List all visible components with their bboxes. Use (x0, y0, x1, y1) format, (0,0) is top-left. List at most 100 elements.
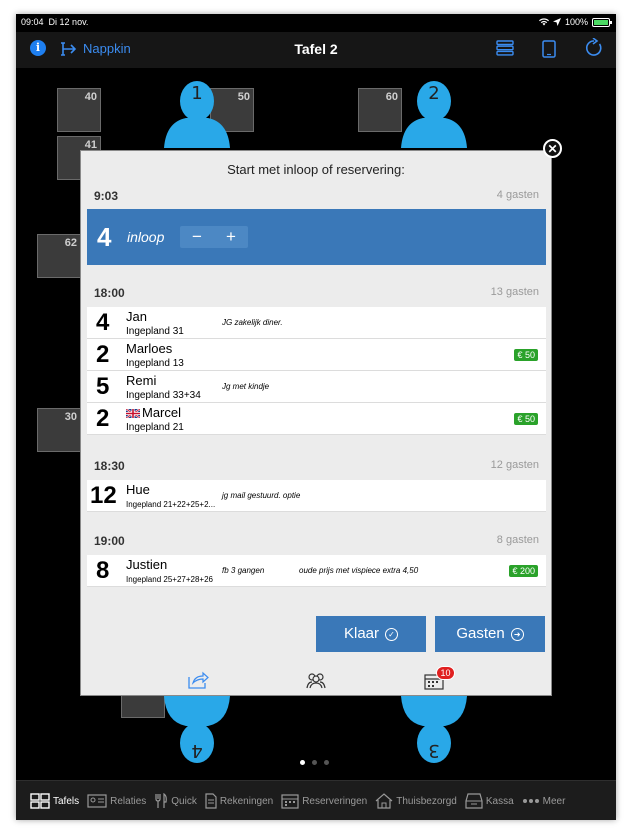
done-button[interactable]: Klaar ✓ (316, 616, 426, 652)
receipt-icon (205, 793, 217, 809)
guest-stepper: − + (180, 226, 248, 248)
section-time: 18:30 (94, 459, 125, 473)
reservation-name: Marloes (126, 341, 173, 356)
reservation-count: 12 (90, 482, 117, 509)
reservation-count: 2 (96, 405, 110, 432)
tablet-icon[interactable] (542, 40, 556, 58)
share-icon[interactable] (187, 671, 209, 689)
reservation-name: Hue (126, 482, 150, 497)
deposit-badge: € 50 (514, 349, 538, 361)
section-header: 18:00 13 gasten (87, 283, 546, 303)
reservation-row[interactable]: 2 Marcel Ingepland 21 € 50 (87, 403, 546, 435)
reservation-tables: Ingepland 31 (126, 326, 184, 337)
deposit-badge: € 200 (509, 565, 538, 577)
seat-1[interactable]: 1 (164, 78, 230, 148)
check-circle-icon: ✓ (385, 627, 399, 641)
page-indicator (300, 760, 329, 765)
reservation-row[interactable]: 2 Marloes Ingepland 13 € 50 (87, 339, 546, 371)
reservation-row[interactable]: 5 Remi Ingepland 33+34 Jg met kindje (87, 371, 546, 403)
tab-label: Reserveringen (302, 795, 368, 807)
reservation-modal: Start met inloop of reservering: 9:03 4 … (80, 150, 552, 696)
reservation-count: 8 (96, 557, 110, 584)
reservation-tables: Ingepland 33+34 (126, 390, 201, 401)
walkin-row[interactable]: 4 inloop − + (87, 209, 546, 265)
table-tile[interactable]: 40 (57, 88, 101, 132)
reservation-note: jg mail gestuurd. optie (222, 491, 301, 500)
group-icon[interactable] (305, 671, 327, 689)
decrement-button[interactable]: − (180, 226, 214, 248)
reservation-count: 2 (96, 341, 110, 368)
close-icon[interactable]: ✕ (543, 139, 562, 158)
section-header: 19:00 8 gasten (87, 531, 546, 551)
table-tile[interactable]: 62 (37, 234, 81, 278)
done-label: Klaar (343, 625, 380, 642)
seat-2[interactable]: 2 (401, 78, 467, 148)
location-icon (552, 18, 561, 26)
reservation-note: JG zakelijk diner. (222, 318, 283, 327)
table-tile[interactable]: 60 (358, 88, 402, 132)
tables-grid-icon (30, 793, 50, 809)
tab-label: Thuisbezorgd (396, 795, 457, 807)
navigation-bar: i Nappkin Tafel 2 (16, 32, 616, 68)
tab-label: Quick (171, 795, 197, 807)
tab-quick[interactable]: Quick (154, 793, 197, 809)
reservation-name: Jan (126, 309, 147, 324)
guests-label: Gasten (456, 625, 505, 642)
battery-icon (592, 17, 612, 27)
tab-label: Relaties (110, 795, 147, 807)
reservation-tables: Ingepland 25+27+28+26 (126, 575, 213, 584)
page-dot[interactable] (312, 760, 317, 765)
seat-number: 1 (191, 83, 203, 104)
reservation-row[interactable]: 8 Justien Ingepland 25+27+28+26 fb 3 gan… (87, 555, 546, 587)
calendar-icon (281, 794, 299, 809)
reservation-name-wrap: Marcel (126, 405, 181, 420)
reservation-name: Justien (126, 557, 168, 572)
calendar-count-badge: 10 (436, 666, 455, 680)
guests-button[interactable]: Gasten ➜ (435, 616, 545, 652)
contact-card-icon (87, 794, 107, 808)
page-dot[interactable] (300, 760, 305, 765)
page-dot[interactable] (324, 760, 329, 765)
reservation-row[interactable]: 4 Jan Ingepland 31 JG zakelijk diner. (87, 307, 546, 339)
increment-button[interactable]: + (214, 226, 248, 248)
reservation-count: 5 (96, 373, 110, 400)
section-guests: 13 gasten (490, 286, 539, 298)
page-title: Tafel 2 (294, 41, 338, 57)
tab-rekeningen[interactable]: Rekeningen (205, 793, 273, 809)
reservation-tables: Ingepland 21+22+25+2... (126, 500, 216, 509)
tab-tafels[interactable]: Tafels (30, 793, 79, 809)
tab-label: Tafels (53, 795, 80, 807)
arrow-circle-icon: ➜ (510, 627, 524, 641)
seat-number: 4 (191, 740, 203, 761)
modal-title: Start met inloop of reservering: (227, 162, 405, 177)
tab-meer[interactable]: Meer (522, 795, 566, 807)
seat-number: 3 (428, 740, 440, 761)
deposit-badge: € 50 (514, 413, 538, 425)
status-time: 09:04 Di 12 nov. (21, 17, 89, 27)
section-header: 9:03 4 gasten (87, 186, 546, 206)
tab-label: Kassa (485, 795, 514, 807)
wifi-icon (538, 18, 549, 26)
seat-3[interactable]: 3 (401, 696, 467, 766)
reservation-count: 4 (96, 309, 110, 336)
seat-4[interactable]: 4 (164, 696, 230, 766)
tab-reserveringen[interactable]: Reserveringen (281, 793, 367, 809)
tab-kassa[interactable]: Kassa (465, 793, 514, 809)
reservation-note: Jg met kindje (222, 382, 270, 391)
tab-relaties[interactable]: Relaties (87, 794, 146, 808)
battery-percentage: 100% (564, 17, 588, 27)
table-tile[interactable]: 30 (37, 408, 81, 452)
house-icon (375, 793, 393, 809)
section-header: 18:30 12 gasten (87, 456, 546, 476)
list-icon[interactable] (496, 40, 514, 56)
uk-flag-icon (126, 409, 140, 419)
reservation-row[interactable]: 12 Hue Ingepland 21+22+25+2... jg mail g… (87, 480, 546, 512)
reservation-tables: Ingepland 13 (126, 358, 184, 369)
ipad-screen: 09:04 Di 12 nov. 100% i Nappkin Tafel 2 … (16, 14, 616, 820)
section-time: 19:00 (94, 534, 125, 548)
section-time: 9:03 (94, 189, 119, 203)
tab-thuisbezorgd[interactable]: Thuisbezorgd (375, 793, 457, 809)
tab-label: Meer (542, 795, 566, 807)
section-guests: 4 gasten (496, 189, 539, 201)
refresh-icon[interactable] (584, 38, 604, 58)
